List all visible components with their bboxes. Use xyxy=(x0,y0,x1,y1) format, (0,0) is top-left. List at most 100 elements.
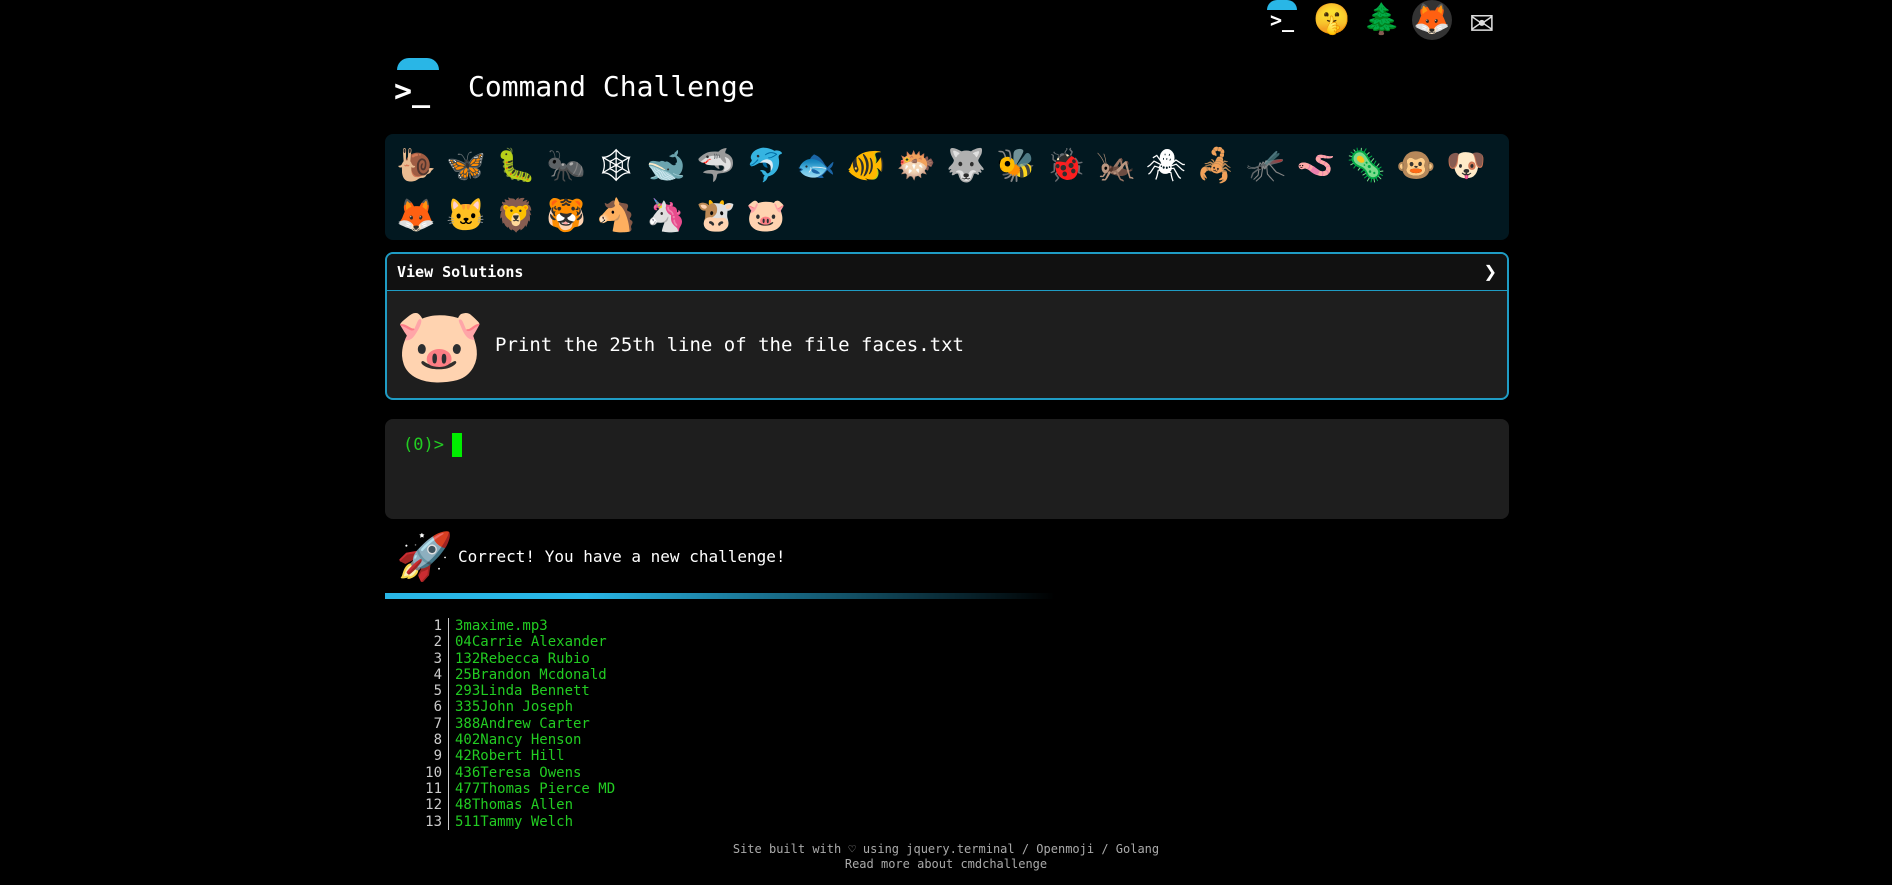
challenge-emoji-icon[interactable]: 🐬 xyxy=(741,140,791,190)
output-line: 11 477Thomas Pierce MD xyxy=(420,780,616,798)
emoji-row-2: 🦊 🐱 🦁 🐯 🐴 🦄 🐮 🐷 xyxy=(391,190,1503,240)
challenge-emoji-icon[interactable]: 🕸 xyxy=(591,140,641,190)
challenge-emoji-icon[interactable]: 🦟 xyxy=(1241,140,1291,190)
gitlab-icon[interactable]: 🦊 xyxy=(1412,0,1452,40)
line-number: 8 xyxy=(420,732,449,749)
logo-cap xyxy=(397,58,439,70)
challenge-emoji-icon[interactable]: 🐶 xyxy=(1441,140,1491,190)
challenge-emoji-panel: 🐌 🦋 🐛 🐜 🕸 🐋 🦈 🐬 🐟 🐠 🐡 🐺 🐝 🐞 🦗 🕷 🦂 🦟 🪱 🦠 🐵 🐶 🦊 🐱 🦁 🐯 🐴 🦄 🐮 🐷 xyxy=(385,134,1509,240)
output-line: 6 335John Joseph xyxy=(420,699,615,716)
chevron-right-icon: ❯ xyxy=(1483,259,1497,285)
read-more-link[interactable]: Read more about cmdchallenge xyxy=(0,857,1892,872)
challenge-emoji-icon[interactable]: 🦊 xyxy=(391,190,441,240)
line-number: 13 xyxy=(420,813,449,830)
challenge-emoji-icon[interactable]: 🐡 xyxy=(891,140,941,190)
rocket-icon: 🚀 xyxy=(396,529,454,583)
output-line: 4 25Brandon Mcdonald xyxy=(420,666,615,684)
line-number: 2 xyxy=(420,634,449,651)
line-text: 42Robert Hill xyxy=(455,748,565,765)
challenge-emoji-icon[interactable]: 🐴 xyxy=(591,190,641,240)
line-text: 293Linda Bennett xyxy=(455,683,590,700)
output-line: 9 42Robert Hill xyxy=(420,748,615,765)
line-number: 3 xyxy=(420,650,449,667)
challenge-emoji-icon[interactable]: 🐠 xyxy=(841,140,891,190)
line-text: 436Teresa Owens xyxy=(455,764,582,781)
challenge-emoji-icon[interactable]: 🐟 xyxy=(791,140,841,190)
line-text: 511Tammy Welch xyxy=(455,813,574,830)
challenge-emoji-icon[interactable]: 🪱 xyxy=(1291,140,1341,190)
pig-icon: 🐷 xyxy=(395,303,485,387)
challenge-emoji-icon[interactable]: 🦋 xyxy=(441,140,491,190)
header: >_ Command Challenge xyxy=(390,56,755,116)
top-nav: >_ 🤫 🌲 🦊 ✉ xyxy=(1262,0,1502,40)
line-text: 04Carrie Alexander xyxy=(455,634,607,651)
line-text: 477Thomas Pierce MD xyxy=(455,780,616,797)
challenge-emoji-icon[interactable]: 🦂 xyxy=(1191,140,1241,190)
line-number: 1 xyxy=(420,618,449,635)
challenge-emoji-icon[interactable]: 🐞 xyxy=(1041,140,1091,190)
challenge-emoji-icon[interactable]: 🐵 xyxy=(1391,140,1441,190)
progress-bar xyxy=(385,593,1055,599)
tree-icon[interactable]: 🌲 xyxy=(1362,0,1402,40)
result-message: 🚀 Correct! You have a new challenge! xyxy=(396,528,786,584)
result-text: Correct! You have a new challenge! xyxy=(458,546,786,566)
challenge-emoji-icon[interactable]: 🐯 xyxy=(541,190,591,240)
challenge-body: 🐷 Print the 25th line of the file faces.… xyxy=(387,291,1507,398)
challenge-emoji-icon[interactable]: 🐝 xyxy=(991,140,1041,190)
output-line: 1 3maxime.mp3 xyxy=(420,618,615,635)
terminal-icon[interactable]: >_ xyxy=(1262,0,1302,40)
challenge-emoji-icon[interactable]: 🐛 xyxy=(491,140,541,190)
challenge-emoji-icon[interactable]: 🦁 xyxy=(491,190,541,240)
challenge-emoji-icon[interactable]: 🐮 xyxy=(691,190,741,240)
view-solutions-toggle[interactable]: View Solutions ❯ xyxy=(387,254,1507,291)
line-number: 10 xyxy=(420,764,449,781)
shushing-face-icon[interactable]: 🤫 xyxy=(1312,0,1352,40)
output-line: 7 388Andrew Carter xyxy=(420,715,615,733)
terminal-cap xyxy=(1267,0,1297,10)
challenge-emoji-icon[interactable]: 🐱 xyxy=(441,190,491,240)
line-number: 5 xyxy=(420,683,449,700)
challenge-emoji-icon[interactable]: 🐷 xyxy=(741,190,791,240)
output-line: 2 04Carrie Alexander xyxy=(420,634,615,651)
output-listing: 1 3maxime.mp3 2 04Carrie Alexander 3 132Rebec… xyxy=(420,618,615,830)
line-number: 7 xyxy=(420,715,449,733)
output-line: 8 402Nancy Henson xyxy=(420,732,615,749)
terminal-logo-icon: >_ xyxy=(394,74,431,109)
line-text: 3maxime.mp3 xyxy=(455,618,548,634)
line-number: 12 xyxy=(420,797,449,814)
output-line: 3 132Rebecca Rubio xyxy=(420,650,615,667)
output-line: 13 511Tammy Welch xyxy=(420,813,615,830)
challenge-emoji-icon[interactable]: 🐜 xyxy=(541,140,591,190)
challenge-emoji-icon[interactable]: 🦄 xyxy=(641,190,691,240)
line-number: 11 xyxy=(420,780,449,798)
output-line: 5 293Linda Bennett xyxy=(420,683,615,700)
line-number: 4 xyxy=(420,666,449,684)
logo[interactable]: >_ xyxy=(390,56,446,116)
line-number: 9 xyxy=(420,748,449,765)
mail-icon[interactable]: ✉ xyxy=(1462,0,1502,40)
page-title: Command Challenge xyxy=(468,69,755,103)
challenge-emoji-icon[interactable]: 🐋 xyxy=(641,140,691,190)
line-text: 402Nancy Henson xyxy=(455,732,582,749)
footer-credits: Site built with ♡ using jquery.terminal … xyxy=(732,842,1160,856)
terminal[interactable]: (0)> xyxy=(385,419,1509,519)
challenge-emoji-icon[interactable]: 🕷 xyxy=(1141,140,1191,190)
terminal-prompt: (0)> xyxy=(403,435,444,455)
line-text: 132Rebecca Rubio xyxy=(455,650,590,667)
challenge-emoji-icon[interactable]: 🐌 xyxy=(391,140,441,190)
challenge-emoji-icon[interactable]: 🦈 xyxy=(691,140,741,190)
terminal-cursor[interactable] xyxy=(451,433,462,457)
challenge-emoji-icon[interactable]: 🐺 xyxy=(941,140,991,190)
line-number: 6 xyxy=(420,699,449,716)
line-text: 388Andrew Carter xyxy=(455,715,590,732)
footer: Site built with ♡ using jquery.terminal … xyxy=(0,842,1892,872)
challenge-description: Print the 25th line of the file faces.tx… xyxy=(495,334,964,356)
challenge-card: View Solutions ❯ 🐷 Print the 25th line o… xyxy=(385,252,1509,400)
line-text: 335John Joseph xyxy=(455,699,574,716)
challenge-emoji-icon[interactable]: 🦗 xyxy=(1091,140,1141,190)
line-text: 25Brandon Mcdonald xyxy=(455,666,607,683)
challenge-emoji-icon[interactable]: 🦠 xyxy=(1341,140,1391,190)
line-text: 48Thomas Allen xyxy=(455,797,574,814)
view-solutions-label: View Solutions xyxy=(397,263,524,281)
emoji-row-1: 🐌 🦋 🐛 🐜 🕸 🐋 🦈 🐬 🐟 🐠 🐡 🐺 🐝 🐞 🦗 🕷 🦂 🦟 🪱 🦠 🐵 🐶 xyxy=(391,140,1503,190)
